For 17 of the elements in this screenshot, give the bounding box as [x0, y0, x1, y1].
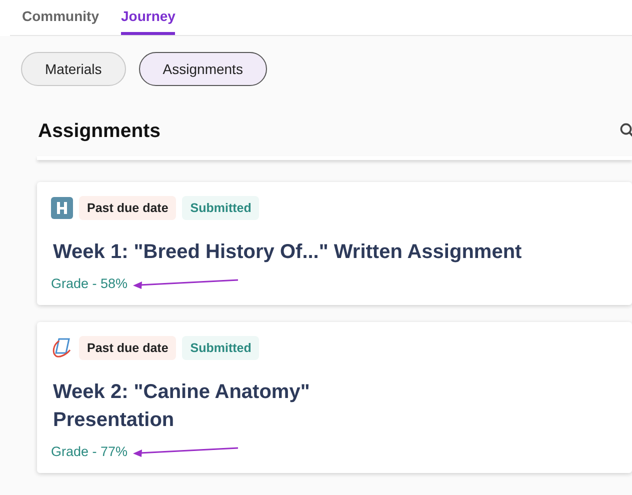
assignment-card[interactable]: Past due date Submitted Week 1: "Breed History Of..." Written Assignment Grade - 58%	[37, 182, 632, 305]
filter-button[interactable]: Materials	[21, 52, 126, 86]
status-tag: Submitted	[182, 336, 260, 360]
grade-text: Grade - 77%	[51, 444, 128, 459]
due-tag: Past due date	[79, 336, 176, 360]
document-icon	[51, 337, 73, 359]
assignment-title[interactable]: Week 1: "Breed History Of..." Written Assignment	[53, 238, 616, 266]
nav-tab[interactable]: Community	[22, 0, 99, 35]
section-heading: Assignments	[38, 120, 160, 142]
grade-text: Grade - 58%	[51, 276, 128, 291]
due-tag: Past due date	[79, 196, 176, 220]
search-icon[interactable]	[620, 123, 632, 139]
filter-button[interactable]: Assignments	[138, 52, 267, 86]
assignment-title[interactable]: Week 2: "Canine Anatomy" Presentation	[53, 378, 616, 434]
assignment-card[interactable]: Past due date Submitted Week 2: "Canine Anatomy" Presentation Grade - 77%	[37, 322, 632, 473]
h-logo-icon	[51, 197, 73, 219]
status-tag: Submitted	[182, 196, 260, 220]
